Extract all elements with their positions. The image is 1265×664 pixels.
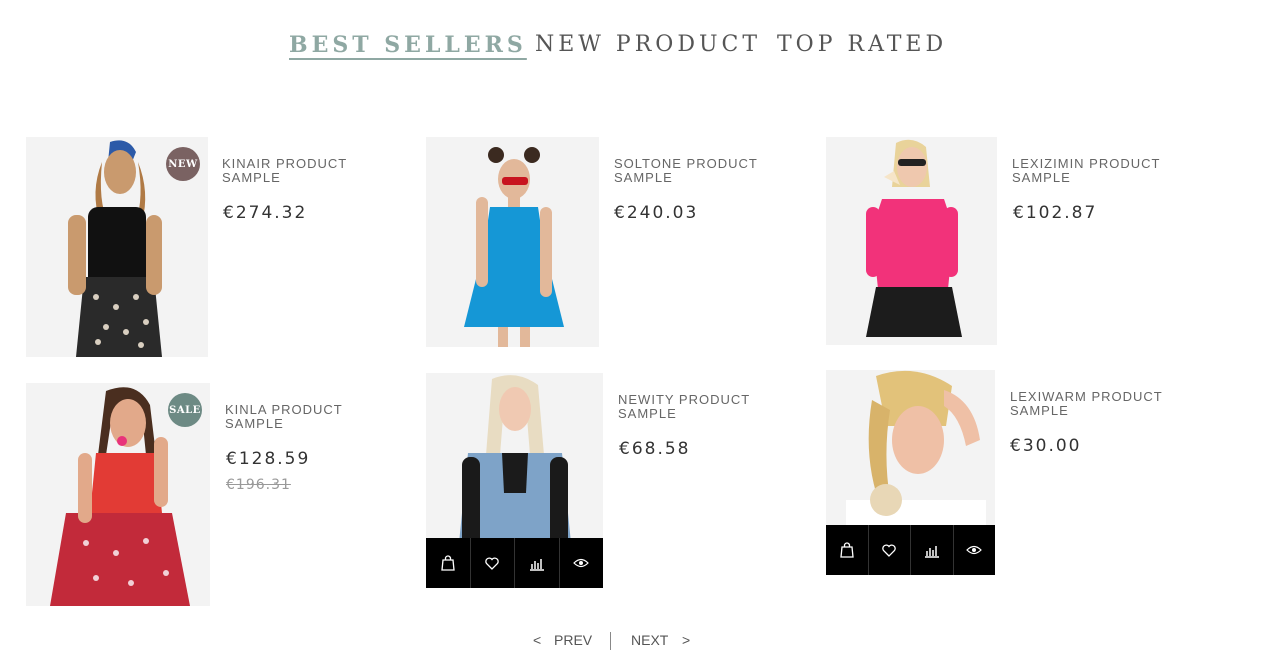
product-name-line1: KINLA PRODUCT — [225, 402, 343, 417]
product-name[interactable]: SOLTONE PRODUCT SAMPLE — [614, 157, 774, 185]
product-name-line2: SAMPLE — [614, 170, 673, 185]
add-to-wishlist-button[interactable] — [869, 525, 911, 575]
product-photo — [826, 137, 997, 345]
compare-button[interactable] — [911, 525, 954, 575]
quick-view-button[interactable] — [560, 538, 604, 588]
heart-icon — [882, 544, 896, 557]
sale-badge: SALE — [168, 393, 202, 427]
compare-button[interactable] — [515, 538, 560, 588]
tab-top-rated[interactable]: TOP RATED — [777, 32, 947, 57]
product-price: €128.59 — [226, 449, 311, 469]
product-action-bar — [426, 538, 603, 588]
product-image[interactable]: SALE — [26, 383, 210, 606]
heart-icon — [485, 557, 499, 570]
add-to-cart-button[interactable] — [826, 525, 869, 575]
product-price: €30.00 — [1010, 436, 1082, 456]
eye-icon — [966, 545, 983, 555]
shopping-bag-icon — [840, 542, 854, 558]
product-tabs: BEST SELLERS NEW PRODUCT TOP RATED — [0, 32, 1265, 72]
product-price: €68.58 — [619, 439, 691, 459]
product-name-line2: SAMPLE — [1010, 403, 1069, 418]
product-name[interactable]: KINAIR PRODUCT SAMPLE — [222, 157, 382, 185]
tab-new-product[interactable]: NEW PRODUCT — [535, 32, 761, 57]
product-image[interactable]: NEW — [26, 137, 208, 357]
product-name[interactable]: KINLA PRODUCT SAMPLE — [225, 403, 385, 431]
product-name-line1: LEXIWARM PRODUCT — [1010, 389, 1163, 404]
compare-chart-icon — [924, 546, 939, 558]
product-image[interactable] — [426, 137, 599, 347]
product-old-price: €196.31 — [226, 477, 291, 493]
quick-view-button[interactable] — [954, 525, 996, 575]
product-action-bar — [826, 525, 995, 575]
compare-chart-icon — [529, 559, 544, 571]
prev-arrow[interactable]: < — [533, 632, 541, 648]
product-name-line1: NEWITY PRODUCT — [618, 392, 751, 407]
pagination: < PREV NEXT > — [0, 632, 1265, 652]
product-name-line2: SAMPLE — [225, 416, 284, 431]
product-name[interactable]: LEXIZIMIN PRODUCT SAMPLE — [1012, 157, 1172, 185]
tab-best-sellers[interactable]: BEST SELLERS — [289, 32, 527, 58]
add-to-cart-button[interactable] — [426, 538, 471, 588]
product-name-line2: SAMPLE — [222, 170, 281, 185]
product-image[interactable] — [826, 137, 997, 345]
next-button[interactable]: NEXT — [631, 632, 668, 648]
product-name[interactable]: NEWITY PRODUCT SAMPLE — [618, 393, 778, 421]
product-name-line2: SAMPLE — [1012, 170, 1071, 185]
pager-divider — [610, 632, 611, 650]
product-price: €102.87 — [1013, 203, 1098, 223]
product-name-line1: LEXIZIMIN PRODUCT — [1012, 156, 1161, 171]
next-arrow[interactable]: > — [682, 632, 690, 648]
product-price: €240.03 — [614, 203, 699, 223]
product-price: €274.32 — [223, 203, 308, 223]
product-name-line1: KINAIR PRODUCT — [222, 156, 348, 171]
shopping-bag-icon — [441, 555, 455, 571]
add-to-wishlist-button[interactable] — [471, 538, 515, 588]
new-badge: NEW — [166, 147, 200, 181]
product-photo — [426, 137, 599, 347]
product-name-line2: SAMPLE — [618, 406, 677, 421]
product-name[interactable]: LEXIWARM PRODUCT SAMPLE — [1010, 390, 1170, 418]
eye-icon — [573, 558, 590, 568]
product-name-line1: SOLTONE PRODUCT — [614, 156, 758, 171]
prev-button[interactable]: PREV — [554, 632, 592, 648]
